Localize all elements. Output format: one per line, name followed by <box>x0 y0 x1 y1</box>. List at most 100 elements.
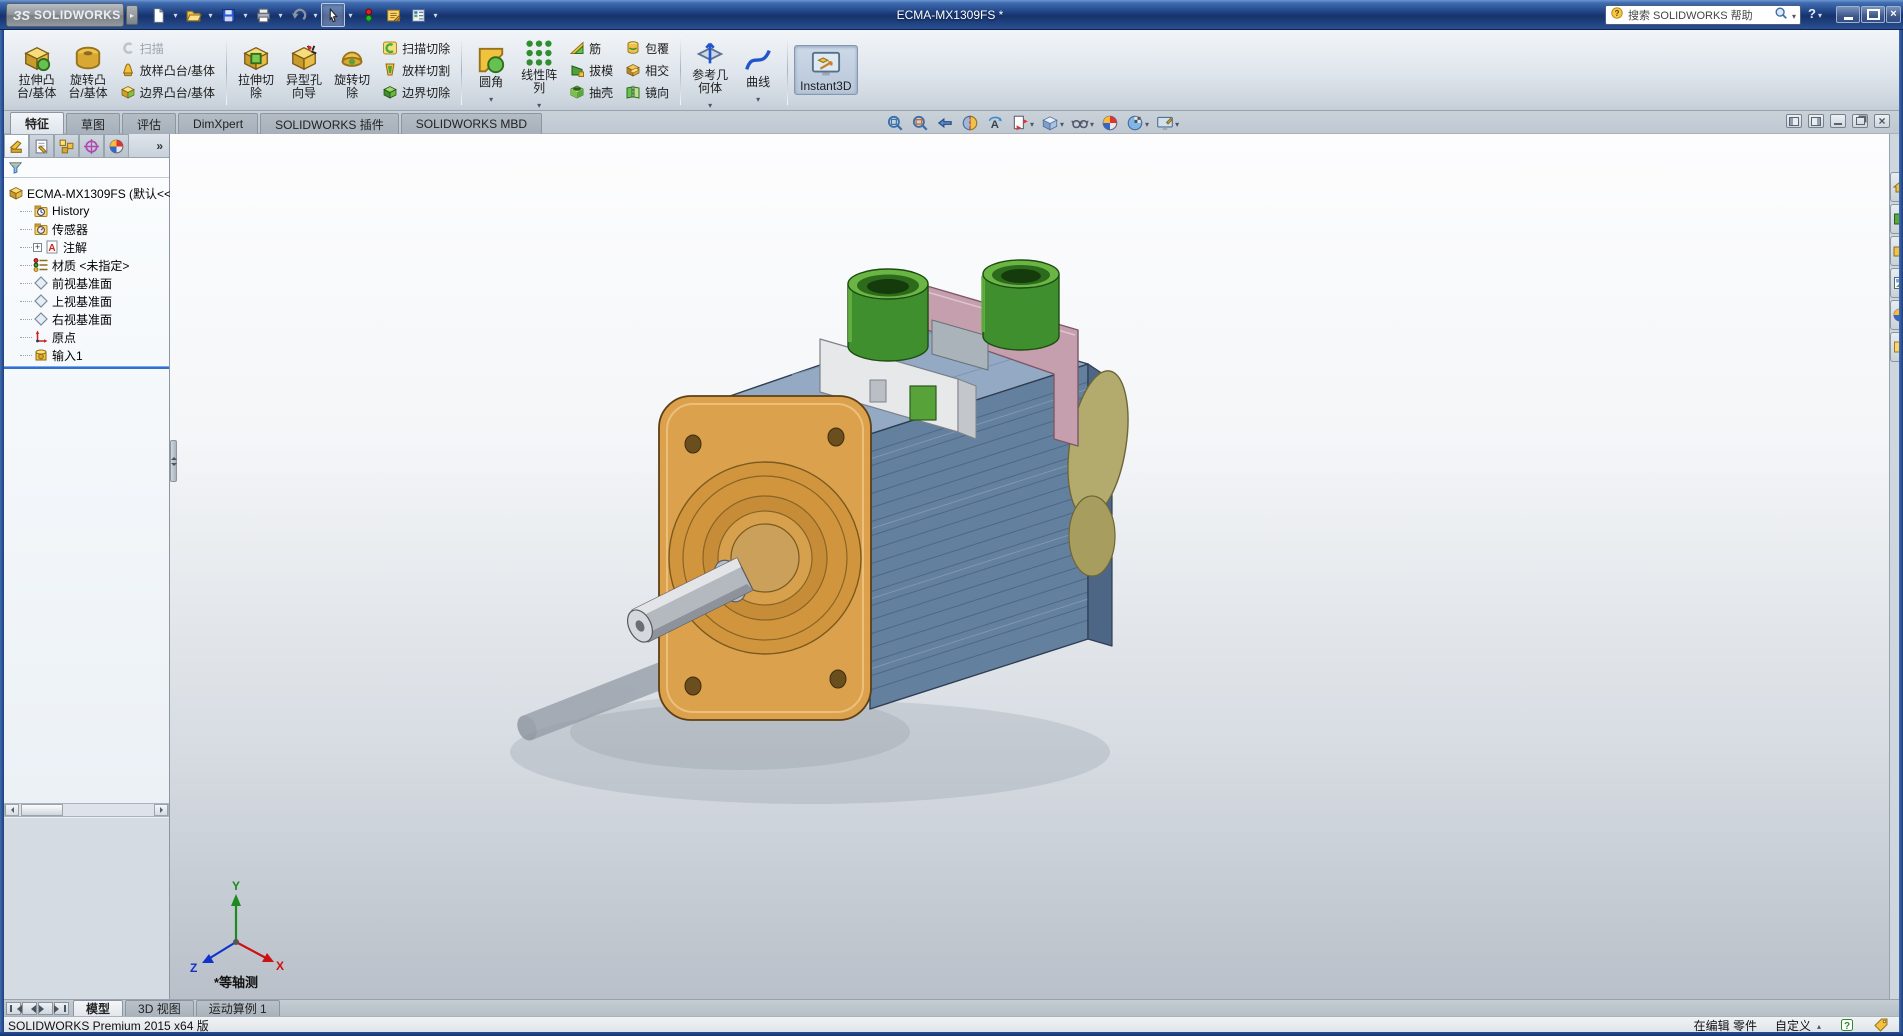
view-settings-button[interactable] <box>1154 113 1181 133</box>
fillet-caret-icon[interactable] <box>489 89 493 98</box>
revolve-cut-button[interactable]: 旋转切 除 <box>329 40 375 101</box>
tree-item[interactable]: 前视基准面 <box>6 274 169 292</box>
revolve-boss-button[interactable]: 旋转凸 台/基体 <box>63 40 112 101</box>
document-close-button[interactable] <box>1874 114 1890 128</box>
panel-tab-displaymanager[interactable] <box>104 134 129 157</box>
panel-tabs-more[interactable]: » <box>129 134 169 157</box>
annotation-view-button[interactable] <box>1009 113 1036 133</box>
zoom-fit-button[interactable] <box>884 113 906 133</box>
tree-item[interactable]: +A注解 <box>6 238 169 256</box>
view-orientation-caret-icon[interactable] <box>1060 114 1064 132</box>
panel-tab-dimxpertmanager[interactable] <box>79 134 104 157</box>
curves-button[interactable]: 曲线 <box>735 42 781 99</box>
extrude-cut-button[interactable]: 拉伸切 除 <box>233 40 279 101</box>
linear-pattern-caret-icon[interactable] <box>537 95 541 104</box>
search-icon[interactable] <box>1774 6 1788 25</box>
apply-scene-caret-icon[interactable] <box>1145 114 1149 132</box>
open-document-dropdown-caret-icon[interactable] <box>206 3 215 27</box>
search-box[interactable]: ? 搜索 SOLIDWORKS 帮助 <box>1605 5 1801 25</box>
window-restore-button[interactable] <box>1861 6 1885 23</box>
linear-pattern-button[interactable]: 线性阵 列 <box>516 35 562 105</box>
status-custom-menu[interactable]: 自定义 <box>1775 1017 1821 1034</box>
previous-tab-icon[interactable] <box>22 1002 37 1015</box>
rotate-view-button[interactable]: A <box>984 113 1006 133</box>
show-right-pane-icon[interactable] <box>1808 114 1824 128</box>
print-button[interactable] <box>251 3 275 27</box>
zoom-area-button[interactable] <box>909 113 931 133</box>
model-canvas[interactable]: Y X Z <box>170 134 1889 999</box>
document-tab-运动算例 1[interactable]: 运动算例 1 <box>196 1000 280 1016</box>
view-settings-caret-icon[interactable] <box>1175 114 1179 132</box>
tree-item[interactable]: ECMA-MX1309FS (默认<<默 <box>6 184 169 202</box>
scroll-left-arrow-icon[interactable] <box>5 804 19 816</box>
select-button[interactable] <box>321 3 345 27</box>
scrollbar-thumb[interactable] <box>21 804 63 816</box>
panel-tab-configurationmanager[interactable] <box>54 134 79 157</box>
open-document-button[interactable] <box>181 3 205 27</box>
document-tab-3D 视图[interactable]: 3D 视图 <box>125 1000 194 1016</box>
quick-tips-icon[interactable]: ? <box>1839 1017 1855 1033</box>
undo-button[interactable] <box>286 3 310 27</box>
tree-item[interactable]: 右视基准面 <box>6 310 169 328</box>
help-menu[interactable]: ? <box>1808 6 1822 21</box>
graphics-viewport[interactable]: Y X Z *等轴测 <box>170 134 1889 999</box>
previous-view-button[interactable] <box>934 113 956 133</box>
tree-filter-bar[interactable] <box>4 158 169 178</box>
edit-appearance-button[interactable] <box>1099 113 1121 133</box>
document-tab-模型[interactable]: 模型 <box>73 1000 123 1016</box>
wrap-button[interactable]: 包覆 <box>620 38 674 59</box>
extrude-boss-button[interactable]: 拉伸凸 台/基体 <box>12 40 61 101</box>
ribbon-tab-特征[interactable]: 特征 <box>10 112 64 134</box>
tree-item[interactable]: 上视基准面 <box>6 292 169 310</box>
front-flange[interactable] <box>659 396 871 720</box>
rib-button[interactable]: 筋 <box>564 38 618 59</box>
panel-splitter-handle[interactable] <box>170 440 177 482</box>
mirror-button[interactable]: 镜向 <box>620 82 674 103</box>
intersect-button[interactable]: 相交 <box>620 60 674 81</box>
fillet-button[interactable]: 圆角 <box>468 42 514 99</box>
ribbon-tab-草图[interactable]: 草图 <box>66 113 120 134</box>
show-left-pane-icon[interactable] <box>1786 114 1802 128</box>
undo-dropdown-caret-icon[interactable] <box>311 3 320 27</box>
reference-geometry-button[interactable]: 参考几 何体 <box>687 35 733 105</box>
tree-item[interactable]: 材质 <未指定> <box>6 256 169 274</box>
save-button[interactable] <box>216 3 240 27</box>
hide-show-items-button[interactable] <box>1069 113 1096 133</box>
loft-boss-button[interactable]: 放样凸台/基体 <box>115 60 220 81</box>
rollback-bar[interactable] <box>4 366 169 369</box>
window-close-button[interactable] <box>1886 6 1901 23</box>
view-orientation-button[interactable] <box>1039 113 1066 133</box>
triad-z-axis[interactable] <box>202 954 214 963</box>
menu-expand-arrow[interactable]: ▸ <box>126 5 138 25</box>
select-dropdown-caret-icon[interactable] <box>346 3 355 27</box>
ribbon-tab-SOLIDWORKS MBD[interactable]: SOLIDWORKS MBD <box>401 113 542 134</box>
sweep-cut-button[interactable]: 扫描切除 <box>377 38 455 59</box>
annotation-view-caret-icon[interactable] <box>1030 114 1034 132</box>
ribbon-tab-SOLIDWORKS 插件[interactable]: SOLIDWORKS 插件 <box>260 113 399 134</box>
reference-triad[interactable]: Y X Z <box>190 879 284 975</box>
triad-y-axis[interactable] <box>231 894 241 906</box>
ribbon-tab-DimXpert[interactable]: DimXpert <box>178 113 258 134</box>
reference-geometry-caret-icon[interactable] <box>708 95 712 104</box>
servo-motor-model[interactable] <box>623 260 1138 720</box>
apply-scene-button[interactable] <box>1124 113 1151 133</box>
new-document-button[interactable] <box>146 3 170 27</box>
new-document-dropdown-caret-icon[interactable] <box>171 3 180 27</box>
connector-left[interactable] <box>848 269 928 361</box>
instant3d-button[interactable]: Instant3D <box>794 45 857 95</box>
tree-item[interactable]: 传感器 <box>6 220 169 238</box>
window-minimize-button[interactable] <box>1836 6 1860 23</box>
search-input[interactable]: 搜索 SOLIDWORKS 帮助 <box>1628 7 1770 23</box>
scroll-right-arrow-icon[interactable] <box>154 804 168 816</box>
selection-filter-button[interactable] <box>356 3 380 27</box>
tree-item[interactable]: History <box>6 202 169 220</box>
hide-show-items-caret-icon[interactable] <box>1090 114 1094 132</box>
connector-right[interactable] <box>983 260 1059 350</box>
boundary-boss-button[interactable]: 边界凸台/基体 <box>115 82 220 103</box>
tags-icon[interactable] <box>1873 1017 1889 1033</box>
tree-item[interactable]: 原点 <box>6 328 169 346</box>
next-tab-icon[interactable] <box>38 1002 53 1015</box>
panel-tab-featuremanager[interactable] <box>4 134 29 157</box>
shell-button[interactable]: 抽壳 <box>564 82 618 103</box>
draft-button[interactable]: 拔模 <box>564 60 618 81</box>
